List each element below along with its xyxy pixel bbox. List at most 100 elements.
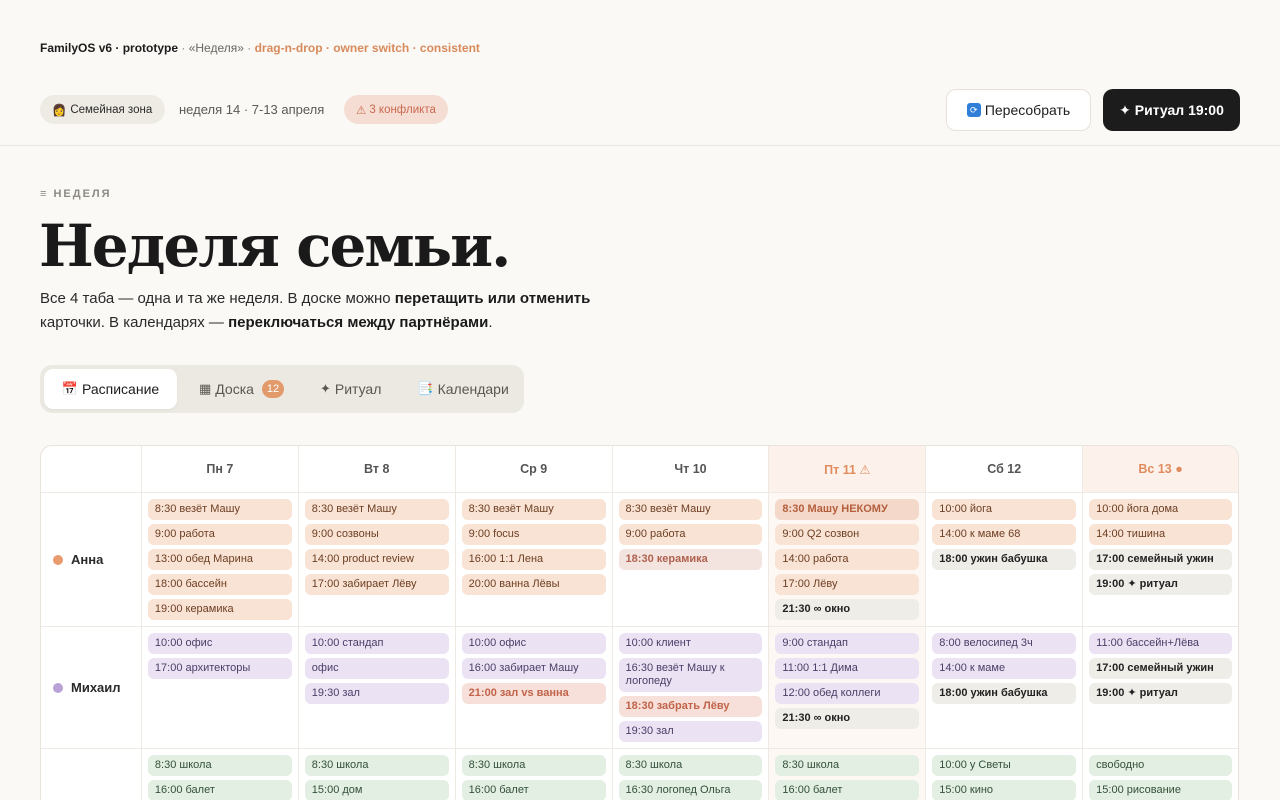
day-cell[interactable]: 8:30 Машу НЕКОМУ 9:00 Q2 созвон 14:00 рабо… — [768, 493, 926, 626]
event-card[interactable]: 17:00 Лёву — [775, 574, 920, 595]
event-card[interactable]: 16:00 балет — [461, 780, 606, 800]
event-card[interactable]: 10:00 офис — [147, 633, 292, 654]
event-card[interactable]: 10:00 стандап — [304, 633, 449, 654]
event-card[interactable]: 18:30 керамика — [618, 549, 763, 570]
day-cell[interactable]: 10:00 клиент 16:30 везёт Машу к логопеду 1… — [611, 627, 769, 748]
person-color-dot — [53, 682, 63, 693]
event-card[interactable]: 8:30 школа — [304, 755, 449, 776]
tab-ritual[interactable]: ✦ Ритуал — [302, 369, 399, 409]
day-cell[interactable]: 8:30 школа 16:00 балет — [140, 749, 298, 800]
event-card[interactable]: 19:00 керамика — [147, 599, 292, 620]
event-card[interactable]: 19:30 зал — [304, 683, 449, 704]
day-cell[interactable]: 10:00 йога дома 14:00 тишина 17:00 семейны… — [1082, 493, 1238, 626]
event-card[interactable]: 19:00 ✦ ритуал — [1089, 574, 1233, 595]
event-card[interactable]: 17:00 архитекторы — [147, 658, 292, 679]
day-cell[interactable]: 10:00 стандап офис 19:30 зал — [297, 627, 455, 748]
event-card[interactable]: 19:00 ✦ ритуал — [1089, 683, 1233, 704]
event-card[interactable]: 9:00 focus — [461, 524, 606, 545]
event-card[interactable]: 8:30 везёт Машу — [618, 499, 763, 520]
event-card[interactable]: 16:00 балет — [147, 780, 292, 800]
event-card[interactable]: 9:00 работа — [618, 524, 763, 545]
event-card[interactable]: 11:00 1:1 Дима — [775, 658, 920, 679]
event-card[interactable]: 12:00 обед коллеги — [775, 683, 920, 704]
event-card[interactable]: 14:00 тишина — [1089, 524, 1233, 545]
event-card[interactable]: 18:30 забрать Лёву — [618, 696, 763, 717]
event-card[interactable]: 8:30 Машу НЕКОМУ — [775, 499, 920, 520]
event-card[interactable]: 9:00 стандап — [775, 633, 920, 654]
event-card[interactable]: 18:00 ужин бабушка — [932, 683, 1077, 704]
event-card[interactable]: 17:00 семейный ужин — [1089, 658, 1233, 679]
person-row: Анна 8:30 везёт Машу 9:00 работа 13:00 обед… — [41, 493, 1238, 627]
tab-schedule[interactable]: 📅 Расписание — [44, 369, 177, 409]
day-cell[interactable]: 10:00 йога 14:00 к маме 68 18:00 ужин бабу… — [925, 493, 1082, 626]
event-card[interactable]: 16:30 логопед Ольга — [618, 780, 763, 800]
day-cell[interactable]: 8:30 везёт Машу 9:00 работа 18:30 керамика — [611, 493, 769, 626]
event-card[interactable]: 9:00 созвоны — [304, 524, 449, 545]
person-cell[interactable] — [41, 749, 141, 800]
event-card[interactable]: 10:00 йога дома — [1089, 499, 1233, 520]
event-card[interactable]: 14:00 product review — [304, 549, 449, 570]
tab-calendars[interactable]: 📑 Календари — [399, 369, 526, 409]
top-bar: 👩 Семейная зона неделя 14 · 7-13 апреля … — [0, 88, 1280, 132]
event-card[interactable]: 8:30 везёт Машу — [147, 499, 292, 520]
event-card[interactable]: 10:00 йога — [932, 499, 1077, 520]
person-cell[interactable]: Михаил — [41, 627, 141, 748]
event-card[interactable]: 15:00 кино — [932, 780, 1077, 800]
day-cell[interactable]: 8:30 школа 16:00 балет — [454, 749, 612, 800]
event-card[interactable]: 19:30 зал — [618, 721, 763, 742]
event-card[interactable]: 9:00 Q2 созвон — [775, 524, 920, 545]
rebuild-button[interactable]: ⟳ Пересобрать — [946, 89, 1091, 131]
event-card[interactable]: 10:00 у Светы — [932, 755, 1077, 776]
event-card[interactable]: 17:00 семейный ужин — [1089, 549, 1233, 570]
event-card[interactable]: 8:30 школа — [775, 755, 920, 776]
event-card[interactable]: 8:30 школа — [461, 755, 606, 776]
day-cell[interactable]: 8:30 школа 16:30 логопед Ольга — [611, 749, 769, 800]
day-cell[interactable]: 9:00 стандап 11:00 1:1 Дима 12:00 обед кол… — [768, 627, 926, 748]
event-card[interactable]: 21:00 зал vs ванна — [461, 683, 606, 704]
event-card[interactable]: 15:00 дом — [304, 780, 449, 800]
event-card[interactable]: 14:00 работа — [775, 549, 920, 570]
day-cell[interactable]: свободно 15:00 рисование — [1082, 749, 1238, 800]
person-cell[interactable]: Анна — [41, 493, 141, 626]
event-card[interactable]: 18:00 бассейн — [147, 574, 292, 595]
day-cell[interactable]: 8:30 школа 16:00 балет — [768, 749, 926, 800]
event-card[interactable]: 15:00 рисование — [1089, 780, 1233, 800]
event-card[interactable]: 8:00 велосипед 3ч — [932, 633, 1077, 654]
day-cell[interactable]: 11:00 бассейн+Лёва 17:00 семейный ужин 19:… — [1082, 627, 1238, 748]
day-cell[interactable]: 8:30 везёт Машу 9:00 работа 13:00 обед Мар… — [140, 493, 298, 626]
conflicts-badge[interactable]: ⚠ 3 конфликта — [344, 95, 448, 124]
event-card[interactable]: 16:00 балет — [775, 780, 920, 800]
event-card[interactable]: 8:30 везёт Машу — [304, 499, 449, 520]
day-cell[interactable]: 8:30 везёт Машу 9:00 focus 16:00 1:1 Лена 2… — [454, 493, 612, 626]
event-card[interactable]: 21:30 ∞ окно — [775, 708, 920, 729]
event-card[interactable]: 8:30 везёт Машу — [461, 499, 606, 520]
event-card[interactable]: 10:00 клиент — [618, 633, 763, 654]
event-card[interactable]: 16:30 везёт Машу к логопеду — [618, 658, 763, 692]
event-card[interactable]: 16:00 1:1 Лена — [461, 549, 606, 570]
day-cell[interactable]: 8:30 школа 15:00 дом — [297, 749, 455, 800]
event-card[interactable]: 14:00 к маме — [932, 658, 1077, 679]
event-card[interactable]: свободно — [1089, 755, 1233, 776]
event-card[interactable]: 13:00 обед Марина — [147, 549, 292, 570]
day-cell[interactable]: 10:00 офис 16:00 забирает Машу 21:00 зал v… — [454, 627, 612, 748]
event-card[interactable]: 21:30 ∞ окно — [775, 599, 920, 620]
event-card[interactable]: офис — [304, 658, 449, 679]
event-card[interactable]: 9:00 работа — [147, 524, 292, 545]
ritual-button[interactable]: ✦ Ритуал 19:00 — [1103, 89, 1240, 131]
day-cell[interactable]: 8:30 везёт Машу 9:00 созвоны 14:00 product… — [297, 493, 455, 626]
event-card[interactable]: 10:00 офис — [461, 633, 606, 654]
event-card[interactable]: 14:00 к маме 68 — [932, 524, 1077, 545]
event-card[interactable]: 11:00 бассейн+Лёва — [1089, 633, 1233, 654]
family-zone-pill[interactable]: 👩 Семейная зона — [40, 95, 166, 124]
day-header: Ср 9 — [454, 446, 612, 492]
day-cell[interactable]: 10:00 офис 17:00 архитекторы — [140, 627, 298, 748]
event-card[interactable]: 8:30 школа — [618, 755, 763, 776]
event-card[interactable]: 20:00 ванна Лёвы — [461, 574, 606, 595]
day-cell[interactable]: 8:00 велосипед 3ч 14:00 к маме 18:00 ужин … — [925, 627, 1082, 748]
event-card[interactable]: 16:00 забирает Машу — [461, 658, 606, 679]
day-cell[interactable]: 10:00 у Светы 15:00 кино — [925, 749, 1082, 800]
event-card[interactable]: 17:00 забирает Лёву — [304, 574, 449, 595]
event-card[interactable]: 18:00 ужин бабушка — [932, 549, 1077, 570]
tab-board[interactable]: ▦ Доска 12 — [177, 369, 302, 409]
event-card[interactable]: 8:30 школа — [147, 755, 292, 776]
